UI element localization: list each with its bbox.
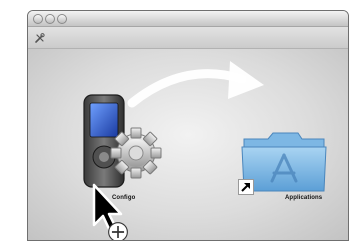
close-button[interactable] xyxy=(33,14,43,24)
installer-window: Configo Applications xyxy=(27,10,349,241)
title-bar[interactable] xyxy=(28,11,348,27)
applications-label: Applications xyxy=(285,195,323,201)
alias-arrow-icon xyxy=(241,183,250,192)
toolbar xyxy=(28,27,348,49)
tools-icon[interactable] xyxy=(34,31,46,49)
content-area: Configo Applications xyxy=(28,49,348,240)
alias-badge xyxy=(238,179,254,195)
minimize-button[interactable] xyxy=(45,14,55,24)
zoom-button[interactable] xyxy=(57,14,67,24)
copy-plus-icon xyxy=(108,222,128,240)
